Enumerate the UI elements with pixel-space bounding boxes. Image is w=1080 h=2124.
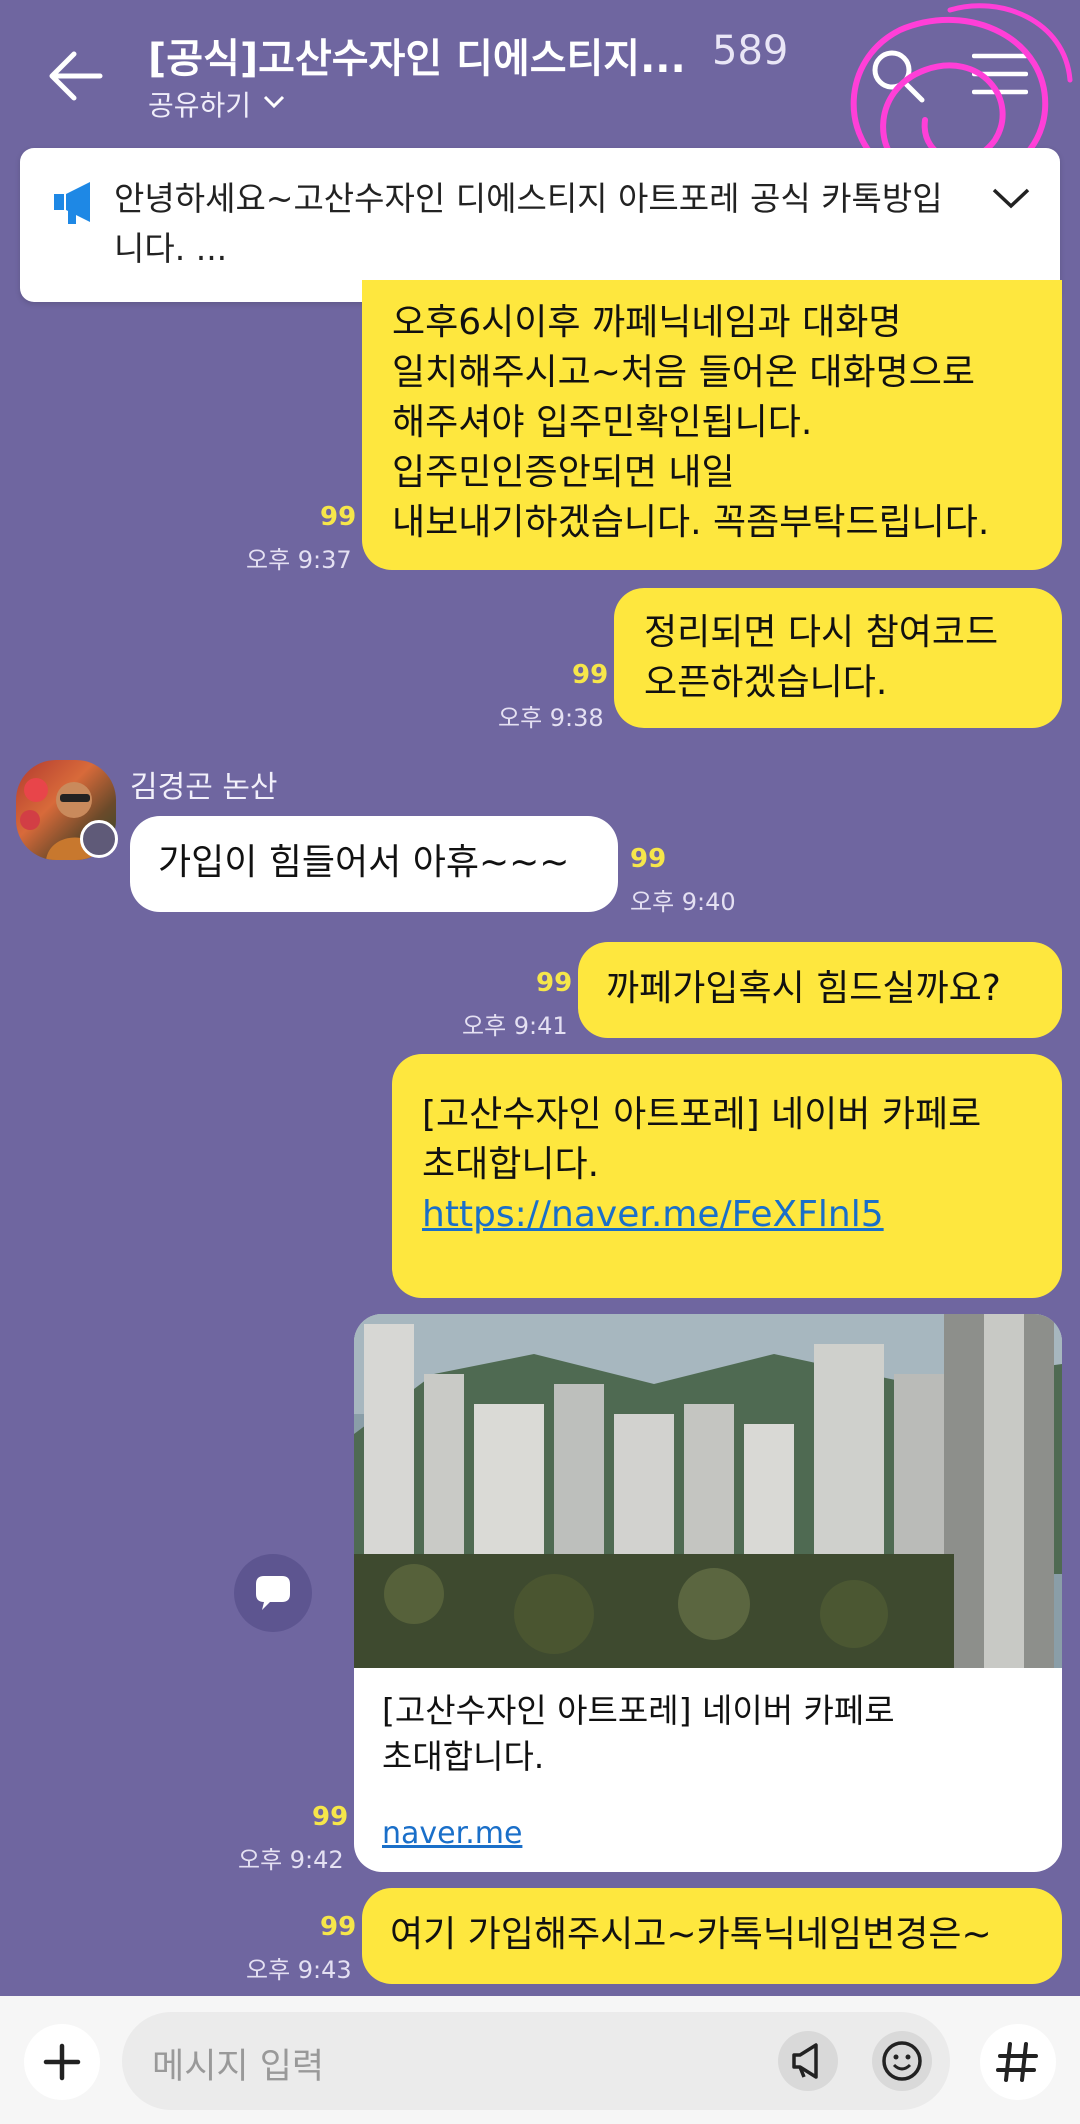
my-message-bubble[interactable]: 여기 가입해주시고~카톡닉네임변경은~: [362, 1888, 1062, 1984]
message-line: 정리되면 다시 참여코드: [644, 612, 999, 653]
apartment-photo: [354, 1314, 1062, 1668]
message-line: 입주민인증안되면 내일: [392, 452, 735, 493]
read-count: 99: [320, 1912, 357, 1942]
message-time: 오후 9:41: [462, 1012, 568, 1040]
emoji-button[interactable]: [872, 2031, 932, 2091]
back-arrow-icon[interactable]: [40, 40, 112, 112]
announce-button[interactable]: [778, 2031, 838, 2091]
message-line: 까페가입혹시 힘드실까요?: [606, 968, 1001, 1009]
read-count: 99: [630, 844, 667, 874]
message-line: 내보내기하겠습니다. 꼭좀부탁드립니다.: [392, 502, 990, 543]
hamburger-menu-icon[interactable]: [972, 52, 1028, 96]
read-count: 99: [312, 1802, 349, 1832]
message-time: 오후 9:42: [238, 1846, 344, 1874]
speech-bubble-icon: [256, 1576, 290, 1610]
read-count: 99: [536, 968, 573, 998]
chevron-down-icon[interactable]: [990, 184, 1032, 214]
sender-name: 김경곤 논산: [130, 770, 278, 805]
message-link[interactable]: https://naver.me/FeXFlnl5: [422, 1190, 1042, 1240]
card-title-line: 초대합니다.: [382, 1737, 545, 1776]
my-message-bubble[interactable]: 오후6시이후 까페닉네임과 대화명 일치해주시고~처음 들어온 대화명으로 해주…: [362, 280, 1062, 570]
message-line: 일치해주시고~처음 들어온 대화명으로: [392, 352, 975, 393]
smiley-icon: [882, 2041, 922, 2081]
plus-icon: [43, 2043, 81, 2081]
notice-text: 안녕하세요~고산수자인 디에스티지 아트포레 공식 카톡방입니다. ...: [114, 179, 943, 268]
message-line: 오픈하겠습니다.: [644, 662, 888, 703]
message-line: 해주셔야 입주민확인됩니다.: [392, 402, 813, 443]
message-time: 오후 9:43: [246, 1956, 352, 1984]
read-count: 99: [320, 502, 357, 532]
message-input-placeholder: 메시지 입력: [152, 2047, 325, 2087]
message-line: 가입이 힘들어서 아휴~~~: [158, 842, 570, 883]
chevron-down-icon[interactable]: [262, 92, 286, 112]
hash-icon: [996, 2042, 1038, 2082]
megaphone-icon: [54, 182, 90, 224]
share-button[interactable]: 공유하기: [148, 84, 251, 124]
plus-button[interactable]: [24, 2024, 100, 2100]
my-message-bubble[interactable]: [고산수자인 아트포레] 네이버 카페로 초대합니다. https://nave…: [392, 1054, 1062, 1298]
search-icon[interactable]: [866, 44, 928, 106]
card-title: [고산수자인 아트포레] 네이버 카페로 초대합니다.: [382, 1688, 1022, 1780]
message-line: 오후6시이후 까페닉네임과 대화명: [392, 302, 902, 343]
message-time: 오후 9:40: [630, 888, 736, 916]
member-count: 589: [712, 28, 789, 74]
chat-room-title[interactable]: [공식]고산수자인 디에스티지...: [148, 26, 708, 82]
share-message-button[interactable]: [234, 1554, 312, 1632]
hash-button[interactable]: [980, 2024, 1056, 2100]
message-time: 오후 9:37: [246, 546, 352, 574]
message-line: 여기 가입해주시고~카톡닉네임변경은~: [390, 1914, 992, 1955]
other-message-bubble[interactable]: 가입이 힘들어서 아휴~~~: [130, 816, 618, 912]
message-line: [고산수자인 아트포레] 네이버 카페로: [422, 1094, 982, 1135]
megaphone-icon: [792, 2043, 818, 2079]
message-line: 초대합니다.: [422, 1144, 600, 1185]
message-time: 오후 9:38: [498, 704, 604, 732]
card-title-line: [고산수자인 아트포레] 네이버 카페로: [382, 1691, 895, 1730]
chat-header: [공식]고산수자인 디에스티지... 589 공유하기: [0, 0, 1080, 150]
my-message-bubble[interactable]: 정리되면 다시 참여코드 오픈하겠습니다.: [614, 588, 1062, 728]
my-message-bubble[interactable]: 까페가입혹시 힘드실까요?: [578, 942, 1062, 1038]
read-count: 99: [572, 660, 609, 690]
notice-banner[interactable]: 안녕하세요~고산수자인 디에스티지 아트포레 공식 카톡방입니다. ...: [20, 148, 1060, 302]
link-preview-card[interactable]: [고산수자인 아트포레] 네이버 카페로 초대합니다. naver.me: [354, 1314, 1062, 1872]
card-link[interactable]: naver.me: [382, 1816, 522, 1851]
avatar-badge-icon: [80, 820, 118, 858]
